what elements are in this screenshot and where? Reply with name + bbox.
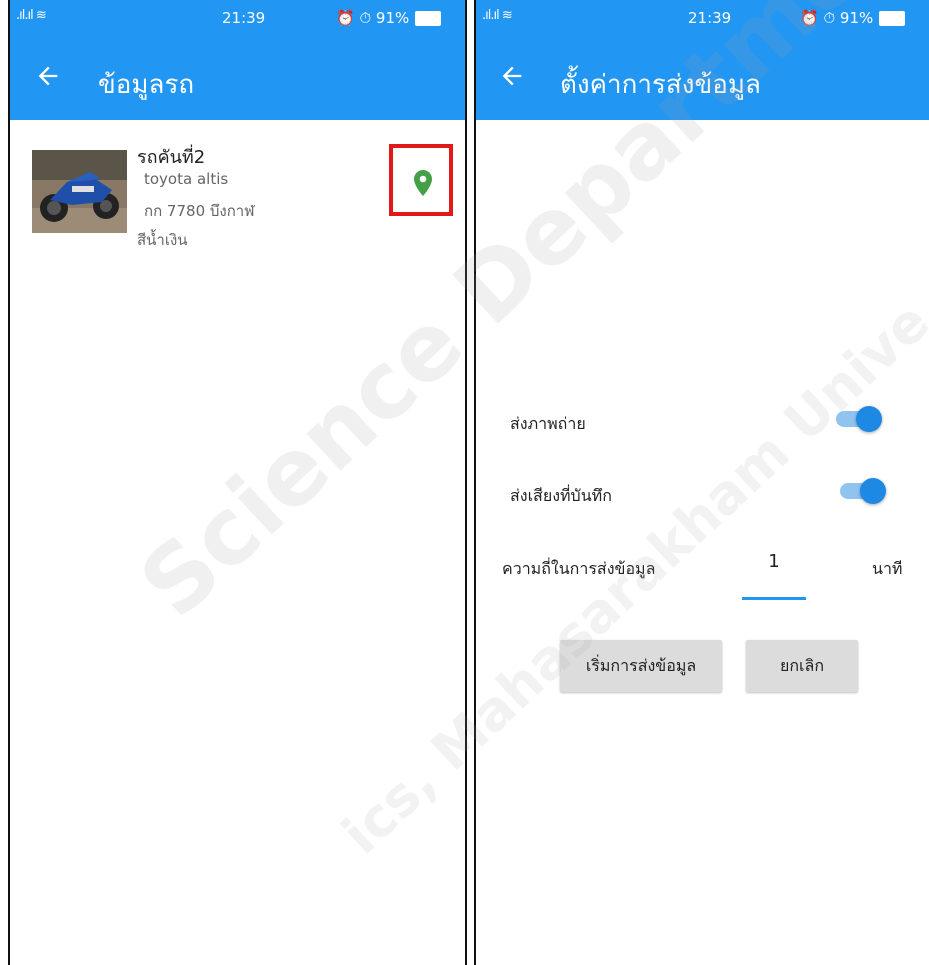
car-photo (32, 150, 127, 233)
car-color: สีน้ำเงิน (137, 231, 188, 249)
frequency-input[interactable]: 1 (742, 550, 806, 600)
send-audio-toggle[interactable] (836, 475, 886, 505)
send-audio-label: ส่งเสียงที่บันทึก (510, 486, 612, 505)
battery-icon (415, 11, 442, 26)
cancel-button[interactable]: ยกเลิก (746, 640, 858, 692)
car-name: รถคันที่2 (137, 147, 206, 168)
battery-icon (879, 11, 906, 26)
status-bar: .ıl.ıl ≋ 21:39 ⏰ ⏱ 91% (10, 0, 465, 34)
car-info-screen: .ıl.ıl ≋ 21:39 ⏰ ⏱ 91% ข้อมูลรถ รถคันที่… (8, 0, 467, 965)
status-right: ⏰ ⏱ 91% (336, 9, 442, 27)
frequency-unit: นาที (872, 559, 903, 578)
send-photo-label: ส่งภาพถ่าย (510, 414, 586, 433)
status-time: 21:39 (222, 9, 266, 27)
location-pin-icon[interactable] (414, 170, 432, 196)
signal-wifi-icon: .ıl.ıl ≋ (16, 8, 47, 23)
status-time: 21:39 (688, 9, 732, 27)
status-alarm-battery: ⏰ ⏱ 91% (336, 9, 410, 27)
app-bar: ตั้งค่าการส่งข้อมูล (476, 34, 929, 120)
back-arrow-icon[interactable] (498, 62, 526, 90)
send-photo-toggle[interactable] (832, 403, 882, 433)
toggle-thumb (860, 478, 886, 504)
status-alarm-battery: ⏰ ⏱ 91% (800, 9, 874, 27)
toggle-thumb (856, 406, 882, 432)
signal-wifi-icon: .ıl.ıl ≋ (482, 8, 513, 23)
car-plate: กก 7780 บึงกาฬ (144, 202, 255, 220)
app-bar: ข้อมูลรถ (10, 34, 465, 120)
frequency-label: ความถี่ในการส่งข้อมูล (502, 559, 656, 578)
page-title: ตั้งค่าการส่งข้อมูล (560, 70, 761, 100)
start-sending-button[interactable]: เริ่มการส่งข้อมูล (560, 640, 722, 692)
status-right: ⏰ ⏱ 91% (800, 9, 906, 27)
back-arrow-icon[interactable] (34, 62, 62, 90)
send-settings-screen: .ıl.ıl ≋ 21:39 ⏰ ⏱ 91% ตั้งค่าการส่งข้อม… (474, 0, 929, 965)
status-bar: .ıl.ıl ≋ 21:39 ⏰ ⏱ 91% (476, 0, 929, 34)
page-title: ข้อมูลรถ (98, 70, 195, 100)
car-model: toyota altis (144, 170, 229, 188)
